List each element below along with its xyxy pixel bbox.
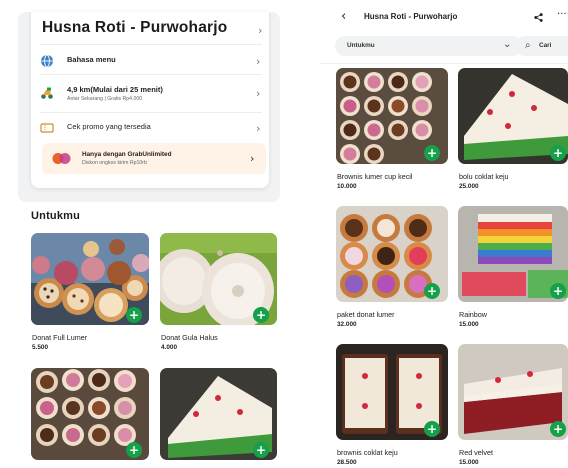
category-dropdown[interactable]: Untukmu ⌄ <box>335 36 522 56</box>
grab-unlimited-logo-icon <box>52 153 71 164</box>
add-to-cart-button[interactable]: + <box>126 442 142 458</box>
promo-check-row[interactable]: Cek promo yang tersedia › <box>40 119 262 143</box>
back-arrow-icon[interactable]: ‹ <box>341 9 346 24</box>
add-to-cart-button[interactable]: + <box>126 307 142 323</box>
item-price: 15.000 <box>459 321 479 328</box>
chevron-right-icon: › <box>256 87 261 100</box>
item-name: paket donat lumer <box>337 310 395 319</box>
chevron-down-icon: ⌄ <box>503 39 512 50</box>
divider <box>40 44 262 45</box>
add-to-cart-button[interactable]: + <box>253 442 269 458</box>
grab-unlimited-subtitle: Diskon ongkos kirim Rp10rb <box>82 160 147 166</box>
language-menu-row[interactable]: Bahasa menu › <box>40 52 262 76</box>
item-price: 25.000 <box>459 183 479 190</box>
delivery-info-row[interactable]: 4,9 km(Mulai dari 25 menit) Antar Sekara… <box>40 82 262 110</box>
item-name: bolu coklat keju <box>459 172 509 181</box>
add-to-cart-button[interactable]: + <box>424 421 440 437</box>
item-name: Donat Full Lumer <box>32 333 88 342</box>
grab-unlimited-title: Hanya dengan GrabUnlimited <box>82 151 172 158</box>
top-bar: ‹ Husna Roti - Purwoharjo ··· Untukmu ⌄ … <box>320 0 568 64</box>
store-overview-screen: Husna Roti - Purwoharjo › Bahasa menu › … <box>0 0 295 468</box>
add-to-cart-button[interactable]: + <box>550 283 566 299</box>
item-price: 10.000 <box>337 183 357 190</box>
item-price: 5.500 <box>32 344 48 351</box>
add-to-cart-button[interactable]: + <box>424 145 440 161</box>
category-dropdown-label: Untukmu <box>347 42 375 49</box>
more-options-icon[interactable]: ··· <box>557 9 567 20</box>
item-price: 15.000 <box>459 459 479 466</box>
divider <box>40 112 262 113</box>
delivery-distance-label: 4,9 km(Mulai dari 25 menit) <box>67 85 163 94</box>
section-title: Untukmu <box>31 210 81 222</box>
divider <box>40 74 262 75</box>
item-name: brownis coklat keju <box>337 448 398 457</box>
store-chevron-icon[interactable]: › <box>258 24 262 37</box>
arrow-right-icon: › <box>250 152 255 165</box>
item-price: 32.000 <box>337 321 357 328</box>
share-icon[interactable] <box>534 13 543 22</box>
chevron-right-icon: › <box>256 122 261 135</box>
delivery-sub-label: Antar Sekarang | Gratis Rp4.000 <box>67 96 143 102</box>
search-icon: ⌕ <box>525 40 531 51</box>
add-to-cart-button[interactable]: + <box>550 145 566 161</box>
add-to-cart-button[interactable]: + <box>424 283 440 299</box>
search-button[interactable]: ⌕ Cari <box>515 36 568 56</box>
item-price: 4.000 <box>161 344 177 351</box>
item-name: Brownis lumer cup kecil <box>337 172 413 181</box>
header-title: Husna Roti - Purwoharjo <box>364 12 458 21</box>
language-menu-label: Bahasa menu <box>67 55 116 64</box>
promo-ticket-icon <box>40 123 54 133</box>
item-name: Red velvet <box>459 448 493 457</box>
search-label: Cari <box>539 42 552 49</box>
item-price: 28.500 <box>337 459 357 466</box>
store-name: Husna Roti - Purwoharjo <box>42 19 228 36</box>
chevron-right-icon: › <box>256 55 261 68</box>
add-to-cart-button[interactable]: + <box>550 421 566 437</box>
promo-check-label: Cek promo yang tersedia <box>67 122 151 131</box>
menu-list-screen: ‹ Husna Roti - Purwoharjo ··· Untukmu ⌄ … <box>320 0 568 468</box>
globe-icon <box>41 54 53 68</box>
grab-unlimited-banner[interactable]: Hanya dengan GrabUnlimited Diskon ongkos… <box>42 143 266 174</box>
item-name: Donat Gula Halus <box>161 333 218 342</box>
delivery-bike-icon <box>41 87 53 99</box>
item-name: Rainbow <box>459 310 487 319</box>
add-to-cart-button[interactable]: + <box>253 307 269 323</box>
